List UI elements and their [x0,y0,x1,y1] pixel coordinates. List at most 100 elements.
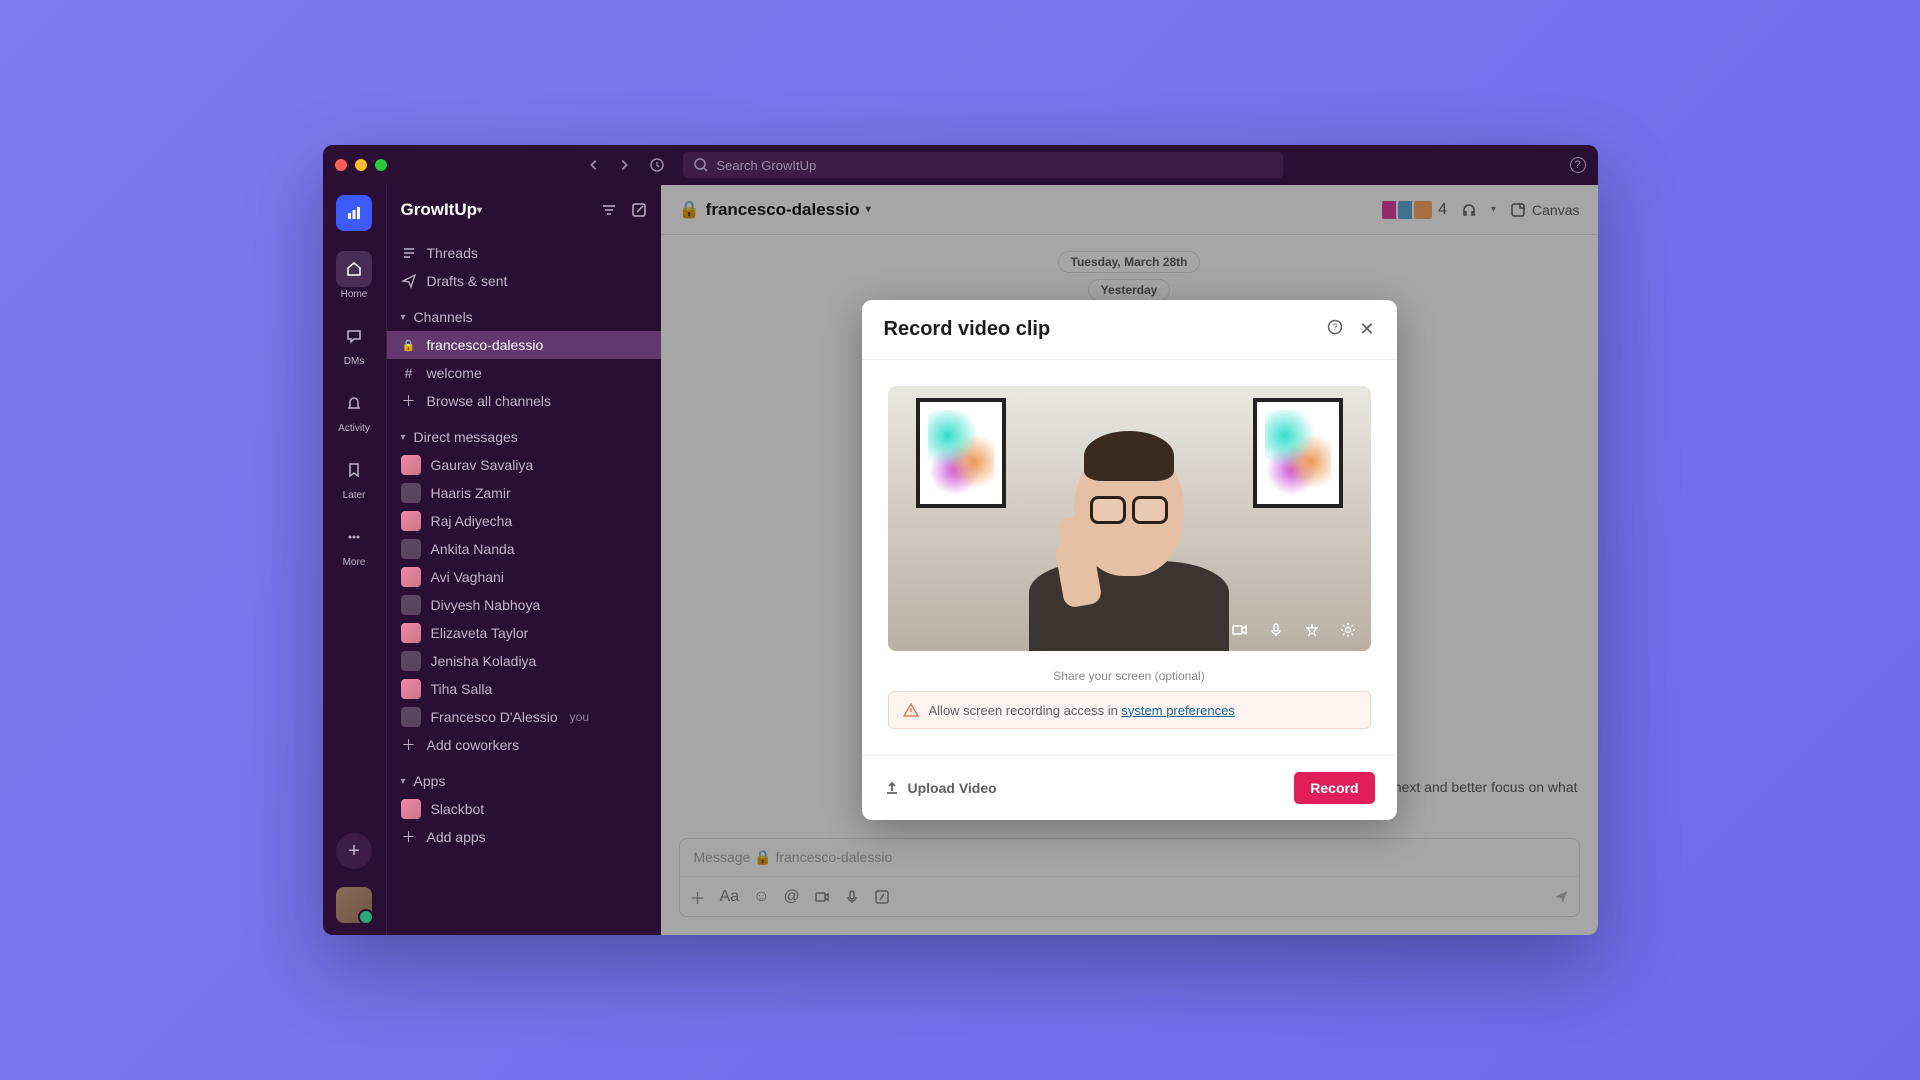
video-preview [888,386,1371,651]
add-apps[interactable]: ＋ Add apps [387,823,661,851]
upload-video-button[interactable]: Upload Video [884,780,997,796]
avatar [401,623,421,643]
filter-icon[interactable] [601,202,617,218]
home-icon [346,261,362,277]
rail-item-later[interactable]: Later [323,446,386,507]
dm-item[interactable]: Gaurav Savaliya [387,451,661,479]
compose-icon[interactable] [631,202,647,218]
record-button[interactable]: Record [1294,772,1374,804]
search-input[interactable]: Search GrowItUp [683,152,1283,178]
person-preview [1014,421,1244,651]
rail-add-button[interactable]: + [336,833,372,869]
avatar [401,539,421,559]
minimize-window-button[interactable] [355,159,367,171]
more-icon [346,529,362,545]
main-content: 🔒 francesco-dalessio ▾ 4 ▾ Ca [661,185,1598,935]
rail-item-more[interactable]: More [323,513,386,574]
history-icon[interactable] [649,157,665,173]
warning-icon [903,702,919,718]
traffic-lights [335,159,387,171]
nav-arrows [587,158,631,172]
avatar [401,455,421,475]
sidebar-threads[interactable]: Threads [387,239,661,267]
titlebar: Search GrowItUp ? [323,145,1598,185]
caret-icon: ▾ [401,776,406,787]
chevron-down-icon: ▾ [477,205,482,216]
send-icon [401,273,417,289]
channel-welcome[interactable]: # welcome [387,359,661,387]
dm-item[interactable]: Elizaveta Taylor [387,619,661,647]
avatar [401,595,421,615]
dm-item[interactable]: Jenisha Koladiya [387,647,661,675]
browse-channels[interactable]: ＋ Browse all channels [387,387,661,415]
dm-icon [346,328,362,344]
app-slackbot[interactable]: Slackbot [387,795,661,823]
sidebar-drafts[interactable]: Drafts & sent [387,267,661,295]
help-icon[interactable]: ? [1327,319,1343,335]
avatar [401,679,421,699]
wall-art [916,398,1006,508]
rail-item-dms[interactable]: DMs [323,312,386,373]
avatar [401,483,421,503]
dm-item[interactable]: Francesco D'Alessioyou [387,703,661,731]
caret-icon: ▾ [401,432,406,443]
hash-icon: # [401,365,417,381]
rail-item-home[interactable]: Home [323,245,386,306]
modal-title: Record video clip [884,318,1051,341]
wall-art [1253,398,1343,508]
dms-section[interactable]: ▾ Direct messages [387,423,661,451]
effects-icon[interactable] [1301,619,1323,641]
threads-icon [401,245,417,261]
bell-icon [346,395,362,411]
search-icon [693,157,709,173]
forward-icon[interactable] [617,158,631,172]
dm-item[interactable]: Avi Vaghani [387,563,661,591]
app-window: Search GrowItUp ? Home DMs Activity [323,145,1598,935]
dm-item[interactable]: Divyesh Nabhoya [387,591,661,619]
bookmark-icon [346,462,362,478]
maximize-window-button[interactable] [375,159,387,171]
avatar [401,511,421,531]
share-screen-label: Share your screen (optional) [888,669,1371,683]
caret-icon: ▾ [401,312,406,323]
close-window-button[interactable] [335,159,347,171]
workspace-logo[interactable] [336,195,372,231]
permission-warning: Allow screen recording access in system … [888,691,1371,729]
rail-item-activity[interactable]: Activity [323,379,386,440]
plus-icon: ＋ [401,735,417,755]
plus-square-icon: ＋ [401,391,417,411]
mic-toggle-icon[interactable] [1265,619,1287,641]
apps-section[interactable]: ▾ Apps [387,767,661,795]
add-coworkers[interactable]: ＋ Add coworkers [387,731,661,759]
dm-item[interactable]: Ankita Nanda [387,535,661,563]
channels-section[interactable]: ▾ Channels [387,303,661,331]
system-preferences-link[interactable]: system preferences [1121,703,1234,718]
help-icon[interactable]: ? [1570,157,1586,173]
modal-footer: Upload Video Record [862,755,1397,820]
avatar [401,651,421,671]
avatar [401,707,421,727]
slackbot-icon [401,799,421,819]
upload-icon [884,780,900,796]
dm-item[interactable]: Tiha Salla [387,675,661,703]
settings-icon[interactable] [1337,619,1359,641]
modal-overlay[interactable]: Record video clip ? ✕ [661,185,1598,935]
dm-item[interactable]: Raj Adiyecha [387,507,661,535]
camera-toggle-icon[interactable] [1229,619,1251,641]
search-placeholder: Search GrowItUp [717,158,817,173]
plus-icon: ＋ [401,827,417,847]
sidebar: GrowItUp ▾ Threads Drafts & sent ▾ [386,185,661,935]
dm-item[interactable]: Haaris Zamir [387,479,661,507]
close-icon[interactable]: ✕ [1359,319,1374,340]
left-rail: Home DMs Activity Later More + [323,185,386,935]
channel-francesco[interactable]: 🔒 francesco-dalessio [387,331,661,359]
user-avatar[interactable] [336,887,372,923]
avatar [401,567,421,587]
back-icon[interactable] [587,158,601,172]
lock-icon: 🔒 [401,339,417,352]
preview-controls [1229,619,1359,641]
modal-header: Record video clip ? ✕ [862,300,1397,360]
svg-text:?: ? [1333,322,1338,332]
workspace-switcher[interactable]: GrowItUp ▾ [387,185,661,235]
record-video-modal: Record video clip ? ✕ [862,300,1397,820]
